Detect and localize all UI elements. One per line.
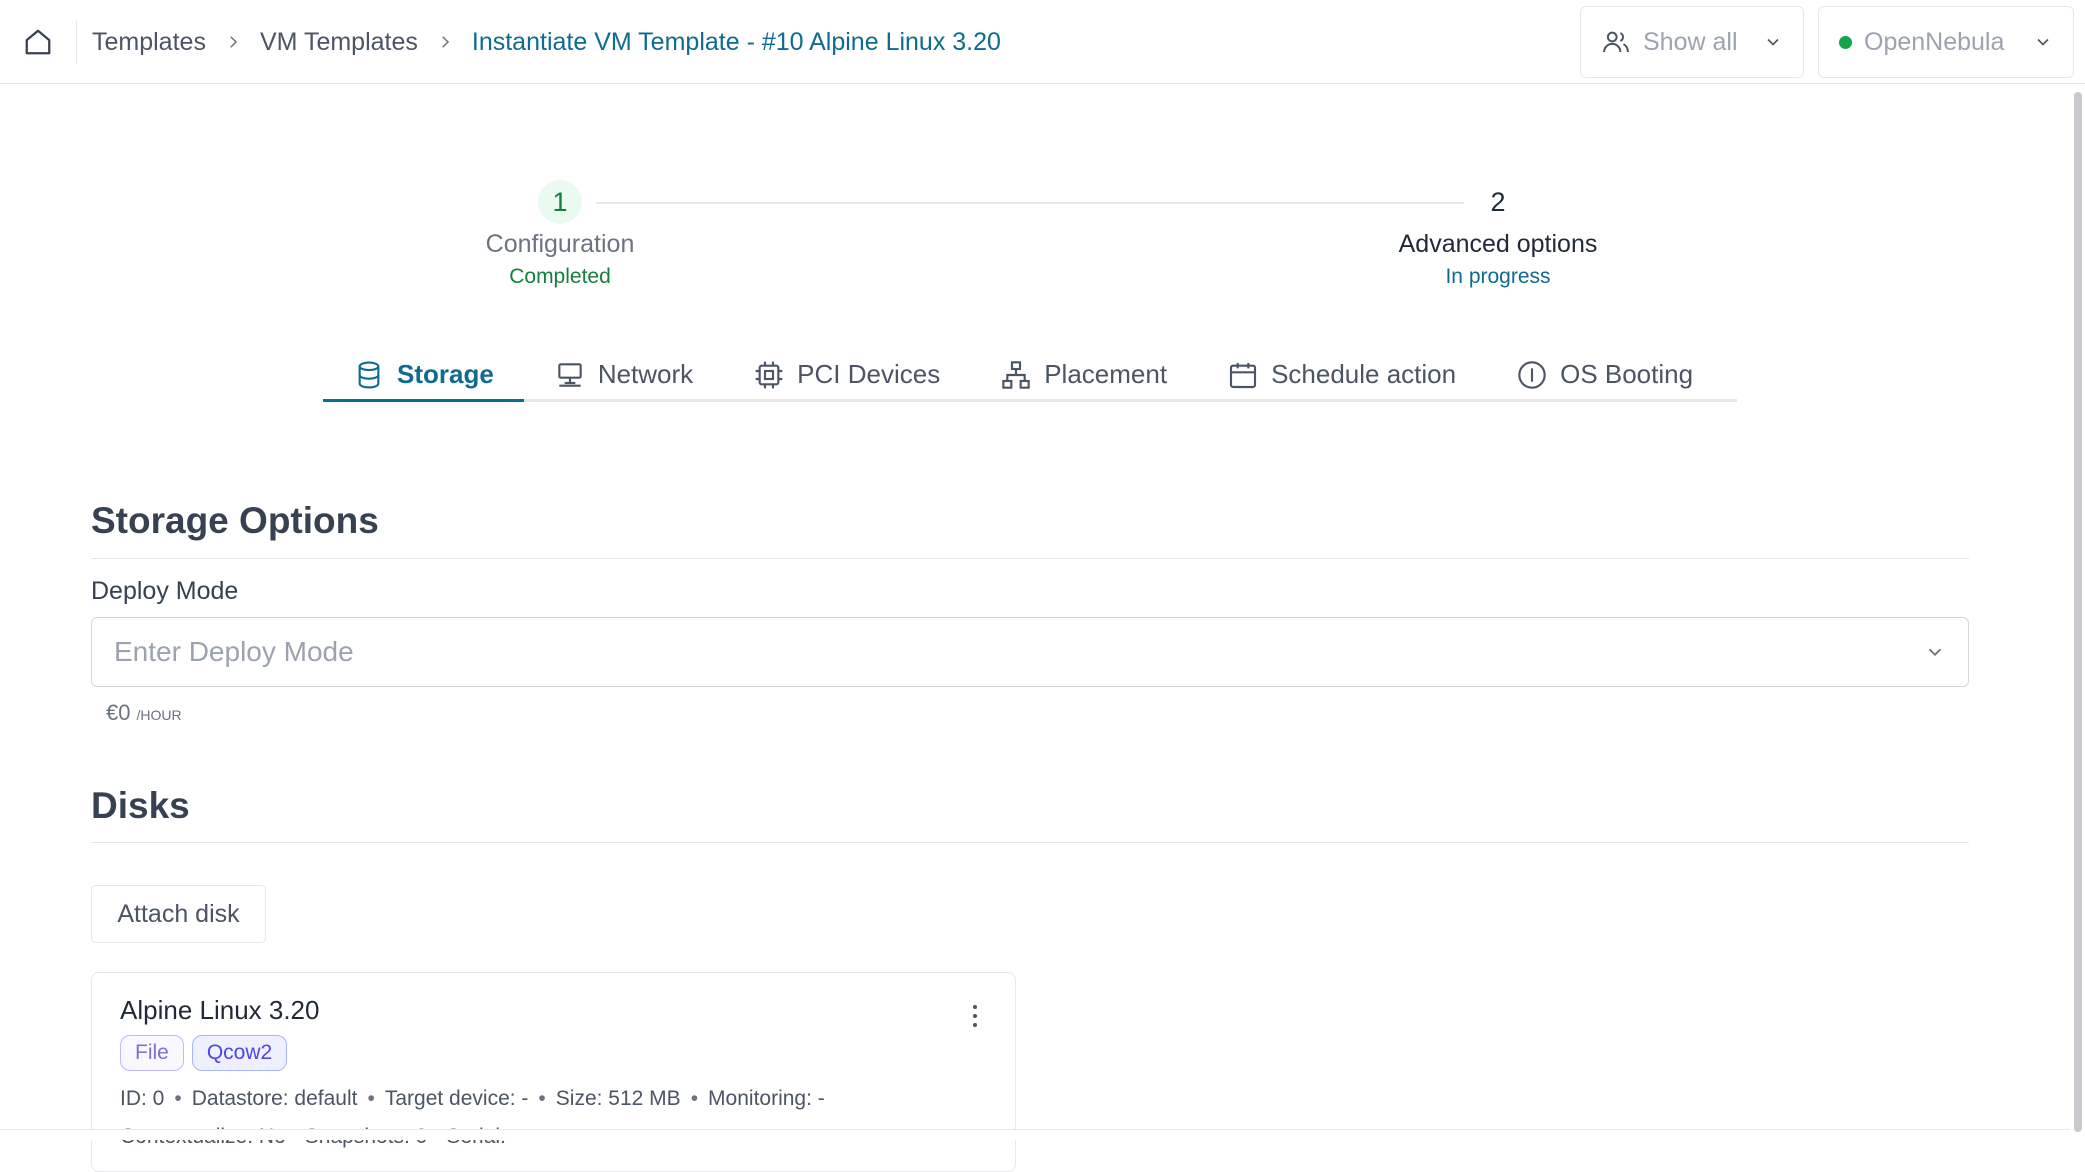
step-number: 2 [1476,180,1520,224]
database-icon [358,361,380,388]
meta-separator: • [690,1087,699,1110]
tab-label: OS Booting [1560,359,1694,389]
meta-separator: • [538,1087,546,1110]
disk-tag-type: File [120,1035,184,1071]
home-icon [25,29,51,55]
breadcrumb-current-page: Instantiate VM Template - #10 Alpine Lin… [471,27,1001,56]
zone-select[interactable]: OpenNebula [1818,6,2074,78]
chevron-down-icon [1767,38,1779,46]
storage-options-title: Storage Options [91,500,379,541]
disk-id: ID: 0 [120,1087,165,1110]
step-advanced-options[interactable]: 2 Advanced options In progress [1338,180,1658,289]
breadcrumb-templates[interactable]: Templates [92,28,206,57]
disks-title: Disks [91,785,190,826]
tab-label: PCI Devices [797,359,941,389]
group-filter-select[interactable]: Show all [1580,6,1804,78]
zone-value: OpenNebula [1864,27,2005,56]
info-circle-icon [1518,360,1546,389]
chevron-right-icon [436,33,454,51]
chevron-right-icon [224,33,242,51]
disk-target-device: Target device: - [384,1087,529,1110]
tab-label: Storage [397,359,494,389]
tab-label: Placement [1044,359,1168,389]
chevron-down-icon [2037,38,2049,46]
zone-status-dot [1839,35,1852,49]
section-divider [91,558,1969,559]
tab-label: Network [597,359,694,389]
chip-icon [755,361,783,388]
disk-meta: ID: 0 • Datastore: default • Target devi… [120,1087,825,1111]
scrollbar-thumb[interactable] [2074,92,2082,1132]
step-status: In progress [1445,265,1551,288]
breadcrumb-vm-templates[interactable]: VM Templates [260,28,418,57]
breadcrumb-divider [76,20,77,64]
price-per-hour: €0/HOUR [106,700,182,726]
disk-size: Size: 512 MB [555,1087,681,1110]
hierarchy-icon [1002,360,1030,389]
stepper-connector [596,202,1464,204]
chevron-down-icon [1928,648,1942,657]
tab-os-booting[interactable]: OS Booting [1486,350,1723,399]
group-filter-value: Show all [1643,27,1738,56]
disk-monitoring: Monitoring: - [708,1087,825,1110]
deploy-mode-placeholder: Enter Deploy Mode [114,636,354,667]
network-icon [558,362,582,387]
calendar-icon [1229,362,1257,388]
tab-pci-devices[interactable]: PCI Devices [723,350,970,399]
top-bar: Templates VM Templates Instantiate VM Te… [0,0,2085,84]
users-icon [1603,31,1629,53]
step-status: Completed [509,265,611,288]
price-value: €0 [106,700,131,725]
tab-schedule-action[interactable]: Schedule action [1197,350,1486,399]
price-unit: /HOUR [136,707,182,723]
more-options-icon[interactable] [965,1003,985,1033]
step-label: Advanced options [1398,230,1598,258]
viewport-bottom-edge [0,1129,2070,1140]
tab-storage[interactable]: Storage [323,350,524,402]
disk-name: Alpine Linux 3.20 [120,995,320,1025]
disk-tags: File Qcow2 [120,1035,288,1071]
tab-placement[interactable]: Placement [970,350,1197,399]
tab-network[interactable]: Network [524,350,723,399]
meta-separator: • [367,1087,375,1110]
disk-tag-format: Qcow2 [191,1035,288,1071]
step-number: 1 [538,180,582,224]
deploy-mode-label: Deploy Mode [91,577,239,605]
advanced-options-tabs: Storage Network PCI Devices Placement Sc… [323,350,1737,402]
home-button[interactable] [18,22,58,62]
step-configuration[interactable]: 1 Configuration Completed [400,180,720,289]
breadcrumb: Templates VM Templates Instantiate VM Te… [92,20,1001,64]
disk-card[interactable]: Alpine Linux 3.20 File Qcow2 ID: 0 • Dat… [91,972,1016,1172]
step-label: Configuration [485,230,635,258]
attach-disk-button[interactable]: Attach disk [91,885,266,943]
tab-label: Schedule action [1271,359,1457,389]
section-divider [91,842,1969,843]
disk-datastore: Datastore: default [191,1087,358,1110]
meta-separator: • [174,1087,182,1110]
deploy-mode-select[interactable]: Enter Deploy Mode [91,617,1969,687]
